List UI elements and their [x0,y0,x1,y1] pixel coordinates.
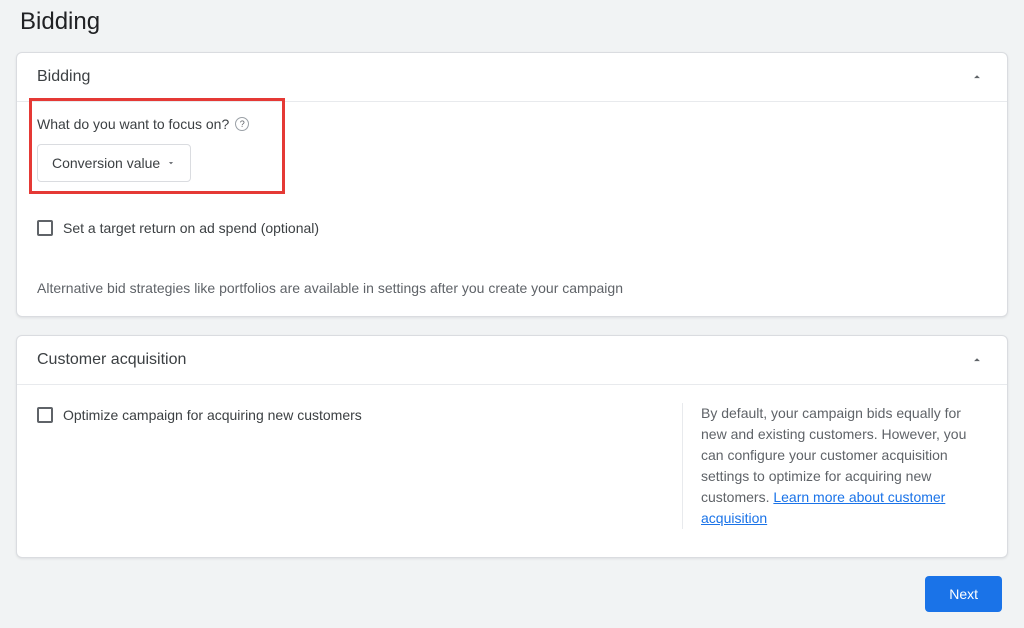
bidding-note: Alternative bid strategies like portfoli… [37,280,987,296]
troas-label: Set a target return on ad spend (optiona… [63,220,319,236]
bidding-card-body: What do you want to focus on? ? Conversi… [17,102,1007,316]
focus-label: What do you want to focus on? [37,116,229,132]
customer-acq-body: Optimize campaign for acquiring new cust… [17,385,1007,557]
dropdown-arrow-icon [166,158,176,168]
bidding-card-title: Bidding [37,68,90,86]
focus-select[interactable]: Conversion value [37,144,191,182]
bidding-card-header[interactable]: Bidding [17,53,1007,102]
customer-acq-title: Customer acquisition [37,351,186,369]
help-icon[interactable]: ? [235,117,249,131]
troas-checkbox[interactable] [37,220,53,236]
chevron-up-icon [967,67,987,87]
page-title: Bidding [16,0,1008,52]
footer: Next [16,576,1008,612]
optimize-checkbox[interactable] [37,407,53,423]
customer-acq-description: By default, your campaign bids equally f… [682,403,987,529]
focus-select-value: Conversion value [52,155,160,171]
next-button[interactable]: Next [925,576,1002,612]
customer-acq-header[interactable]: Customer acquisition [17,336,1007,385]
chevron-up-icon [967,350,987,370]
customer-acq-card: Customer acquisition Optimize campaign f… [16,335,1008,558]
optimize-label: Optimize campaign for acquiring new cust… [63,407,362,423]
bidding-card: Bidding What do you want to focus on? ? … [16,52,1008,317]
